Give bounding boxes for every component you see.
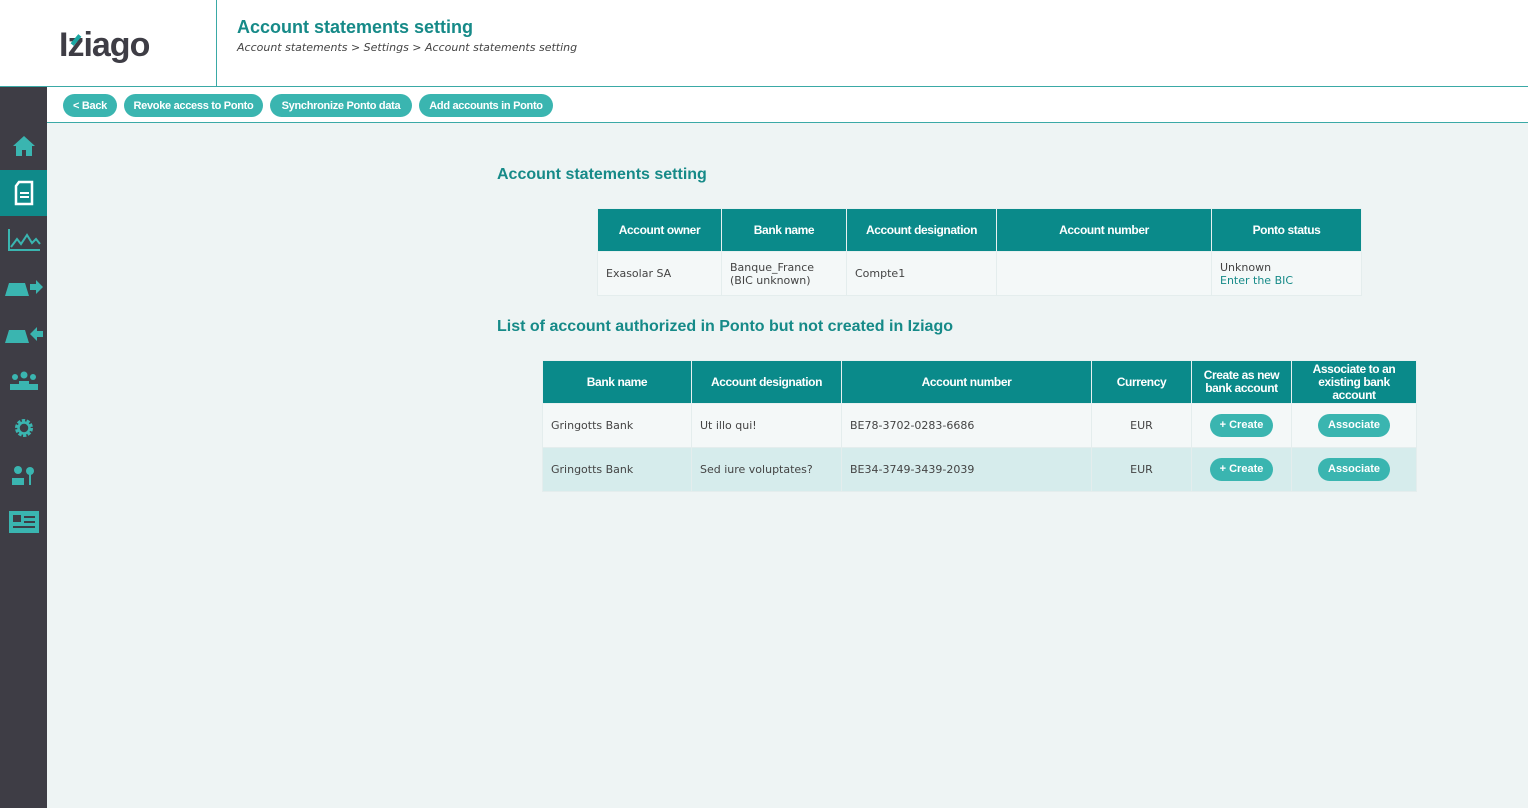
ponto-status: Unknown Enter the BIC — [1211, 251, 1362, 296]
account-designation: Sed iure voluptates? — [691, 447, 842, 492]
column-header: Associate to an existing bank account — [1291, 360, 1417, 404]
revoke-access-button[interactable]: Revoke access to Ponto — [124, 94, 263, 117]
column-header: Account number — [841, 360, 1092, 404]
account-owner: Exasolar SA — [597, 251, 722, 296]
home-icon — [12, 136, 35, 156]
header: Iziago Account statements setting Accoun… — [0, 0, 1528, 87]
ponto-accounts-table: Bank name Account designation Account nu… — [542, 360, 1417, 492]
logo[interactable]: Iziago — [59, 26, 150, 65]
associate-button[interactable]: Associate — [1318, 458, 1390, 481]
id-card-icon — [8, 511, 39, 533]
page-title: Account statements setting — [237, 17, 474, 37]
purse-in-icon — [4, 327, 43, 343]
purse-out-icon — [4, 280, 43, 296]
column-header: Bank name — [721, 208, 847, 252]
account-designation: Ut illo qui! — [691, 403, 842, 448]
status-text: Unknown — [1220, 260, 1272, 274]
sidebar — [0, 87, 47, 808]
sidebar-item-account-statements[interactable] — [0, 170, 47, 216]
bank-name: Gringotts Bank — [542, 447, 692, 492]
column-header: Account designation — [846, 208, 997, 252]
column-header: Bank name — [542, 360, 692, 404]
bank-name: Banque_France (BIC unknown) — [721, 251, 847, 296]
sidebar-item-outgoing[interactable] — [0, 264, 47, 310]
breadcrumb: Account statements > Settings > Account … — [237, 41, 578, 54]
column-header: Account owner — [597, 208, 722, 252]
create-button[interactable]: + Create — [1209, 458, 1274, 481]
sidebar-item-incoming[interactable] — [0, 311, 47, 357]
column-header: Ponto status — [1211, 208, 1362, 252]
synchronize-button[interactable]: Synchronize Ponto data — [270, 94, 412, 117]
sidebar-item-team[interactable] — [0, 358, 47, 404]
sidebar-item-home[interactable] — [0, 123, 47, 169]
add-accounts-button[interactable]: Add accounts in Ponto — [419, 94, 553, 117]
enter-bic-link[interactable]: Enter the BIC — [1220, 274, 1353, 287]
create-cell: + Create — [1191, 447, 1292, 492]
bank-name-text: Banque_France — [730, 260, 815, 274]
bic-note: (BIC unknown) — [730, 273, 811, 287]
associate-button[interactable]: Associate — [1318, 414, 1390, 437]
bank-name: Gringotts Bank — [542, 403, 692, 448]
table-row: Exasolar SA Banque_France (BIC unknown) C… — [597, 251, 1362, 296]
divider — [216, 0, 217, 86]
gear-icon — [14, 419, 33, 437]
associate-cell: Associate — [1291, 403, 1417, 448]
chart-icon — [7, 229, 41, 251]
currency: EUR — [1091, 403, 1192, 448]
sidebar-item-analytics[interactable] — [0, 217, 47, 263]
account-designation: Compte1 — [846, 251, 997, 296]
accounts-table: Account owner Bank name Account designat… — [597, 208, 1362, 296]
create-cell: + Create — [1191, 403, 1292, 448]
column-header: Account number — [996, 208, 1212, 252]
account-number — [996, 251, 1212, 296]
column-header: Currency — [1091, 360, 1192, 404]
toolbar: < Back Revoke access to Ponto Synchroniz… — [47, 87, 1528, 123]
sidebar-item-contact-card[interactable] — [0, 499, 47, 545]
user-key-icon — [11, 466, 34, 485]
section-title: Account statements setting — [497, 166, 707, 183]
users-icon — [9, 371, 38, 390]
column-header: Create as new bank account — [1191, 360, 1292, 404]
document-icon — [14, 180, 33, 206]
table-row: Gringotts Bank Ut illo qui! BE78-3702-02… — [542, 403, 1417, 448]
currency: EUR — [1091, 447, 1192, 492]
create-button[interactable]: + Create — [1209, 414, 1274, 437]
table-row: Gringotts Bank Sed iure voluptates? BE34… — [542, 447, 1417, 492]
account-number: BE34-3749-3439-2039 — [841, 447, 1092, 492]
back-button[interactable]: < Back — [63, 94, 117, 117]
sidebar-item-settings[interactable] — [0, 405, 47, 451]
section-title: List of account authorized in Ponto but … — [497, 318, 953, 335]
associate-cell: Associate — [1291, 447, 1417, 492]
column-header: Account designation — [691, 360, 842, 404]
sidebar-item-user-access[interactable] — [0, 452, 47, 498]
account-number: BE78-3702-0283-6686 — [841, 403, 1092, 448]
